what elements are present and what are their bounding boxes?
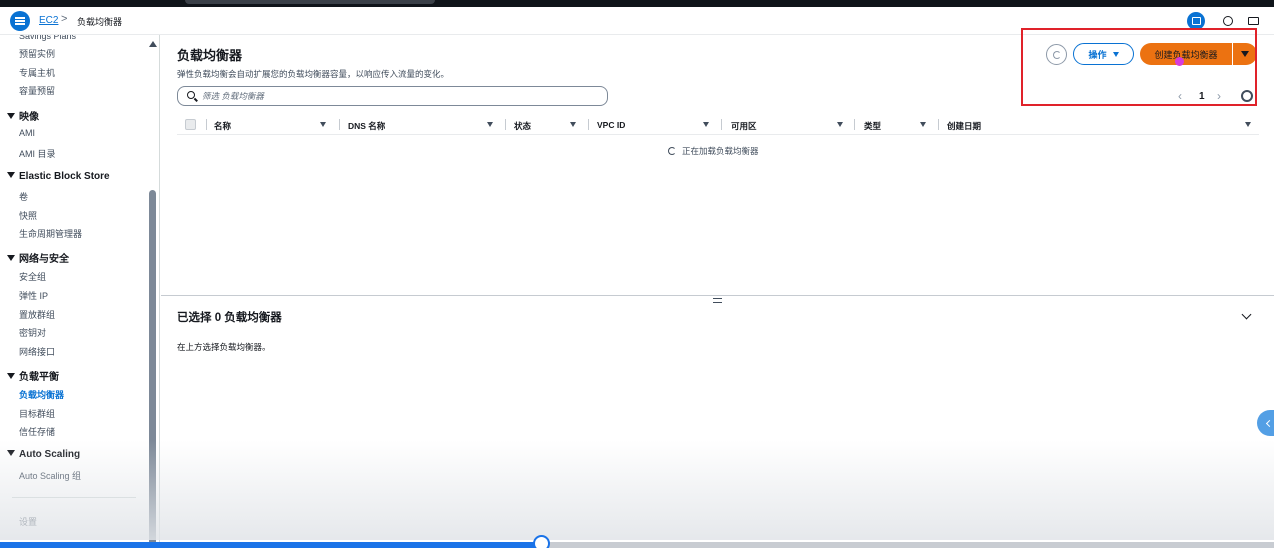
loading-spinner-icon xyxy=(668,147,676,155)
collapse-chevron-icon[interactable] xyxy=(1241,309,1252,320)
search-icon xyxy=(187,91,195,99)
column-header-name[interactable]: 名称 xyxy=(214,120,231,132)
sidebar-section-label: Elastic Block Store xyxy=(19,171,110,182)
column-header-type[interactable]: 类型 xyxy=(864,120,881,132)
sidebar-item[interactable]: AMI 目录 xyxy=(19,147,56,160)
column-header-created[interactable]: 创建日期 xyxy=(947,120,981,132)
browser-tab-indicator xyxy=(185,0,435,4)
table-header-divider xyxy=(177,134,1259,135)
column-separator xyxy=(505,119,506,130)
sidebar-item[interactable]: 负载均衡器 xyxy=(19,388,64,401)
column-header-vpc[interactable]: VPC ID xyxy=(597,120,625,130)
sidebar-item[interactable]: 置放群组 xyxy=(19,308,55,321)
sidebar-item[interactable]: 卷 xyxy=(19,190,28,203)
selection-hint: 在上方选择负载均衡器。 xyxy=(177,342,271,352)
sidebar-item[interactable]: 网络接口 xyxy=(19,345,55,358)
caret-down-icon xyxy=(7,172,15,178)
caret-down-icon xyxy=(7,113,15,119)
sidebar-item[interactable]: 密钥对 xyxy=(19,326,46,339)
sidebar-item[interactable]: 预留实例 xyxy=(19,47,55,60)
column-header-dns[interactable]: DNS 名称 xyxy=(348,120,385,132)
sidebar-item[interactable]: 目标群组 xyxy=(19,407,55,420)
loading-indicator: 正在加载负载均衡器 xyxy=(668,145,759,157)
column-separator xyxy=(588,119,589,130)
column-separator xyxy=(854,119,855,130)
sidebar-section-header[interactable]: 负载平衡 xyxy=(7,368,59,383)
browser-top-strip xyxy=(0,0,1274,7)
split-panel-resize-handle[interactable] xyxy=(713,298,722,303)
filter-search-box[interactable] xyxy=(177,86,608,106)
table-header-row: 名称 DNS 名称 状态 VPC ID 可用区 类型 创建日期 xyxy=(177,116,1259,134)
menu-icon[interactable] xyxy=(10,11,30,31)
caret-down-icon xyxy=(7,255,15,261)
sidebar-item[interactable]: 专属主机 xyxy=(19,66,55,79)
sidebar-item[interactable]: Auto Scaling 组 xyxy=(19,469,81,482)
sidebar-item[interactable]: 容量预留 xyxy=(19,84,55,97)
sidebar-section-label: Auto Scaling xyxy=(19,449,81,460)
video-progress-fill xyxy=(0,542,541,548)
sort-caret-icon[interactable] xyxy=(320,122,326,127)
sidebar-item[interactable]: 快照 xyxy=(19,209,37,222)
column-separator xyxy=(721,119,722,130)
sidebar-section-header[interactable]: 网络与安全 xyxy=(7,250,69,265)
sort-caret-icon[interactable] xyxy=(1245,122,1251,127)
sidebar-item[interactable]: Savings Plans xyxy=(19,35,76,41)
video-progress-knob[interactable] xyxy=(533,535,550,548)
previous-page-icon[interactable]: ‹ xyxy=(1178,89,1182,103)
sidebar-item[interactable]: AMI xyxy=(19,128,35,138)
sort-caret-icon[interactable] xyxy=(487,122,493,127)
column-separator xyxy=(938,119,939,130)
column-header-state[interactable]: 状态 xyxy=(514,120,531,132)
video-overlay-fade xyxy=(0,440,1274,540)
caret-down-icon xyxy=(7,450,15,456)
breadcrumb-separator: > xyxy=(61,13,68,25)
column-header-az[interactable]: 可用区 xyxy=(731,120,757,132)
sidebar-item[interactable]: 信任存储 xyxy=(19,425,55,438)
annotation-highlight-box xyxy=(1021,28,1257,106)
help-panel-toggle[interactable] xyxy=(1257,410,1274,436)
sort-caret-icon[interactable] xyxy=(570,122,576,127)
filter-input[interactable] xyxy=(202,89,602,103)
breadcrumb-current: 负载均衡器 xyxy=(77,17,123,27)
sidebar-section-header[interactable]: 映像 xyxy=(7,108,39,123)
sidebar-item[interactable]: 安全组 xyxy=(19,270,46,283)
table-settings-gear-icon[interactable] xyxy=(1241,90,1253,102)
sidebar-section-header[interactable]: Auto Scaling xyxy=(7,449,80,460)
next-page-icon[interactable]: › xyxy=(1217,89,1221,103)
breadcrumb-ec2-link[interactable]: EC2 xyxy=(39,15,58,26)
select-all-checkbox[interactable] xyxy=(185,119,196,130)
page-description: 弹性负载均衡会自动扩展您的负载均衡器容量，以响应传入流量的变化。 xyxy=(177,69,450,79)
sidebar-nav: Savings Plans 预留实例专属主机容量预留映像 AMI AMI 目录 Elas… xyxy=(0,35,160,548)
selection-panel-title: 已选择 0 负载均衡器 xyxy=(177,312,282,324)
sidebar-scrollbar[interactable] xyxy=(149,190,156,548)
loading-text: 正在加载负载均衡器 xyxy=(682,146,759,156)
sort-caret-icon[interactable] xyxy=(837,122,843,127)
sidebar-item[interactable]: 设置 xyxy=(19,515,37,528)
page-title: 负载均衡器 xyxy=(177,48,243,63)
sidebar-section-label: 负载平衡 xyxy=(19,372,59,383)
current-page-number[interactable]: 1 xyxy=(1199,91,1205,102)
caret-down-icon xyxy=(7,373,15,379)
column-separator xyxy=(206,119,207,130)
sidebar-section-label: 网络与安全 xyxy=(19,254,69,265)
sort-caret-icon[interactable] xyxy=(703,122,709,127)
column-separator xyxy=(339,119,340,130)
sidebar-scroll-up-icon[interactable] xyxy=(149,41,157,47)
sidebar-item[interactable]: 弹性 IP xyxy=(19,289,48,302)
sort-caret-icon[interactable] xyxy=(920,122,926,127)
split-panel-divider xyxy=(161,295,1274,296)
chevron-left-icon xyxy=(1265,419,1273,427)
sidebar-divider xyxy=(12,497,136,498)
sidebar-item[interactable]: 生命周期管理器 xyxy=(19,227,82,240)
sidebar-section-header[interactable]: Elastic Block Store xyxy=(7,171,110,182)
sidebar-section-label: 映像 xyxy=(19,112,39,123)
